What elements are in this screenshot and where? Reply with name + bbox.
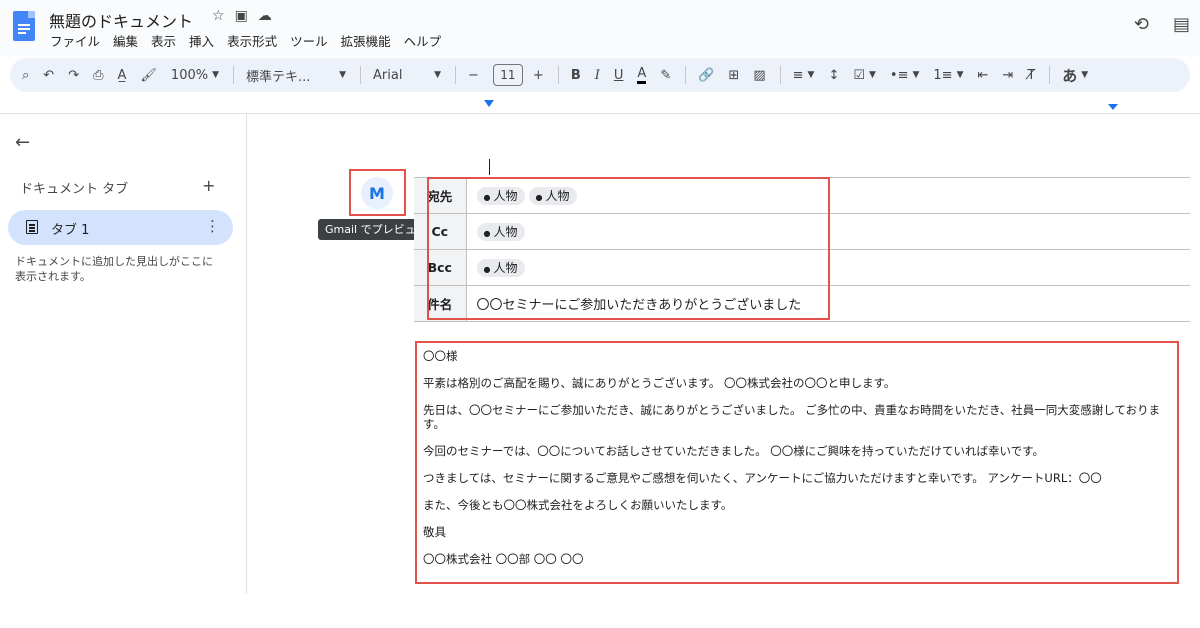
italic-icon[interactable]: I: [595, 68, 600, 83]
body-line: 〇〇株式会社 〇〇部 〇〇 〇〇: [423, 552, 584, 566]
menu-bar: ファイル 編集 表示 挿入 表示形式 ツール 拡張機能 ヘルプ: [50, 31, 441, 50]
font-select[interactable]: Arial ▼: [373, 68, 441, 83]
menu-help[interactable]: ヘルプ: [404, 31, 442, 50]
divider: [233, 66, 235, 84]
menu-file[interactable]: ファイル: [50, 31, 100, 50]
zoom-value: 100%: [170, 67, 209, 83]
highlight-color-icon[interactable]: ✎: [660, 68, 671, 83]
redo-icon[interactable]: ↷: [68, 68, 79, 83]
document-tabs-sidebar: ← ドキュメント タブ + タブ 1 ⋮ ドキュメントに追加した見出しがここに表…: [0, 114, 247, 594]
search-menus-icon[interactable]: ⌕: [22, 68, 29, 83]
sidebar-hint: ドキュメントに追加した見出しがここに表示されます。: [15, 255, 213, 283]
body-line: 〇〇様: [423, 349, 458, 363]
document-title[interactable]: 無題のドキュメント: [49, 8, 193, 32]
add-comment-icon[interactable]: ⊞: [728, 68, 739, 83]
highlight-box-header: [427, 177, 830, 320]
font-value: Arial: [373, 67, 403, 83]
body-line: 先日は、〇〇セミナーにご参加いただき、誠にありがとうございました。 ご多忙の中、…: [423, 403, 1161, 431]
tab-label: タブ 1: [51, 223, 90, 238]
toolbar: ⌕ ↶ ↷ ⎙ A̲ 🖌 100% ▼ 標準テキ... ▼ Arial ▼ − 11 …: [10, 58, 1190, 92]
top-right-actions: ⟲ ▤: [1134, 14, 1190, 35]
move-folder-icon[interactable]: ▣: [235, 8, 248, 24]
insert-link-icon[interactable]: 🔗: [698, 68, 714, 83]
print-icon[interactable]: ⎙: [93, 68, 103, 83]
zoom-select[interactable]: 100% ▼: [171, 68, 219, 83]
bold-icon[interactable]: B: [571, 68, 581, 83]
body-line: また、今後とも〇〇株式会社をよろしくお願いいたします。: [423, 498, 733, 512]
spellcheck-icon[interactable]: A̲: [118, 68, 127, 83]
document-tabs-heading: ドキュメント タブ: [20, 182, 129, 197]
comments-icon[interactable]: ▤: [1173, 14, 1190, 35]
caret-down-icon: ▼: [869, 70, 876, 80]
style-value: 標準テキ...: [246, 69, 311, 85]
increase-indent-icon[interactable]: ⇥: [1002, 68, 1013, 83]
checklist-icon[interactable]: ☑ ▼: [853, 68, 876, 83]
increase-font-size-icon[interactable]: +: [533, 68, 544, 83]
numbered-list-icon[interactable]: 1≡ ▼: [933, 68, 963, 83]
divider: [360, 66, 362, 84]
ruler-right-indent-marker[interactable]: [1108, 104, 1118, 110]
divider: [779, 66, 781, 84]
menu-tools[interactable]: ツール: [290, 31, 328, 50]
style-select[interactable]: 標準テキ... ▼: [246, 66, 346, 85]
font-size-input[interactable]: 11: [492, 64, 523, 86]
email-body[interactable]: 〇〇様 平素は格別のご高配を賜り、誠にありがとうございます。 〇〇株式会社の〇〇…: [423, 349, 1175, 579]
menu-insert[interactable]: 挿入: [189, 31, 214, 50]
divider: [557, 66, 559, 84]
caret-down-icon: ▼: [212, 70, 220, 80]
body-line: つきましては、セミナーに関するご意見やご感想を伺いたく、アンケートにご協力いただ…: [423, 471, 1102, 485]
caret-down-icon: ▼: [339, 70, 347, 80]
undo-icon[interactable]: ↶: [43, 68, 54, 83]
input-tools-value: あ: [1062, 66, 1078, 85]
body-line: 敬具: [423, 525, 446, 539]
top-bar: 無題のドキュメント ☆ ▣ ☁ ファイル 編集 表示 挿入 表示形式 ツール 拡…: [0, 0, 1200, 56]
decrease-indent-icon[interactable]: ⇤: [978, 68, 989, 83]
add-tab-icon[interactable]: +: [202, 176, 215, 195]
divider: [455, 66, 457, 84]
sidebar-item-tab-1[interactable]: タブ 1 ⋮: [8, 210, 233, 245]
menu-extensions[interactable]: 拡張機能: [341, 31, 391, 50]
version-history-icon[interactable]: ⟲: [1134, 14, 1149, 35]
more-options-icon[interactable]: ⋮: [205, 217, 220, 235]
divider: [685, 66, 687, 84]
caret-down-icon: ▼: [1081, 70, 1089, 80]
star-icon[interactable]: ☆: [212, 8, 225, 24]
caret-down-icon: ▼: [807, 70, 815, 80]
body-line: 今回のセミナーでは、〇〇についてお話しさせていただきました。 〇〇様にご興味を持…: [423, 444, 1044, 458]
back-arrow-icon[interactable]: ←: [15, 132, 30, 153]
ruler-left-indent-marker[interactable]: [484, 100, 494, 107]
bulleted-list-icon[interactable]: •≡ ▼: [890, 68, 919, 83]
input-tools-select[interactable]: あ ▼: [1062, 65, 1088, 86]
text-color-icon[interactable]: A: [637, 66, 647, 84]
paint-format-icon[interactable]: 🖌: [140, 68, 157, 83]
decrease-font-size-icon[interactable]: −: [468, 68, 479, 83]
underline-icon[interactable]: U: [614, 68, 624, 83]
clear-formatting-icon[interactable]: T̸: [1027, 68, 1035, 83]
align-icon[interactable]: ≡ ▼: [793, 68, 815, 83]
menu-format[interactable]: 表示形式: [227, 31, 277, 50]
title-actions: ☆ ▣ ☁: [212, 8, 272, 24]
caret-down-icon: ▼: [956, 70, 964, 80]
document-icon: [26, 220, 38, 234]
menu-edit[interactable]: 編集: [113, 31, 138, 50]
text-cursor: [489, 159, 490, 175]
caret-down-icon: ▼: [912, 70, 920, 80]
line-spacing-icon[interactable]: ↕: [828, 68, 839, 83]
menu-view[interactable]: 表示: [151, 31, 176, 50]
body-line: 平素は格別のご高配を賜り、誠にありがとうございます。 〇〇株式会社の〇〇と申しま…: [423, 376, 896, 390]
caret-down-icon: ▼: [434, 70, 442, 80]
cloud-status-icon[interactable]: ☁: [258, 8, 272, 24]
highlight-box-gmail: [349, 169, 406, 216]
divider: [1049, 66, 1051, 84]
insert-image-icon[interactable]: ▨: [753, 68, 765, 83]
docs-logo-icon[interactable]: [13, 11, 35, 41]
